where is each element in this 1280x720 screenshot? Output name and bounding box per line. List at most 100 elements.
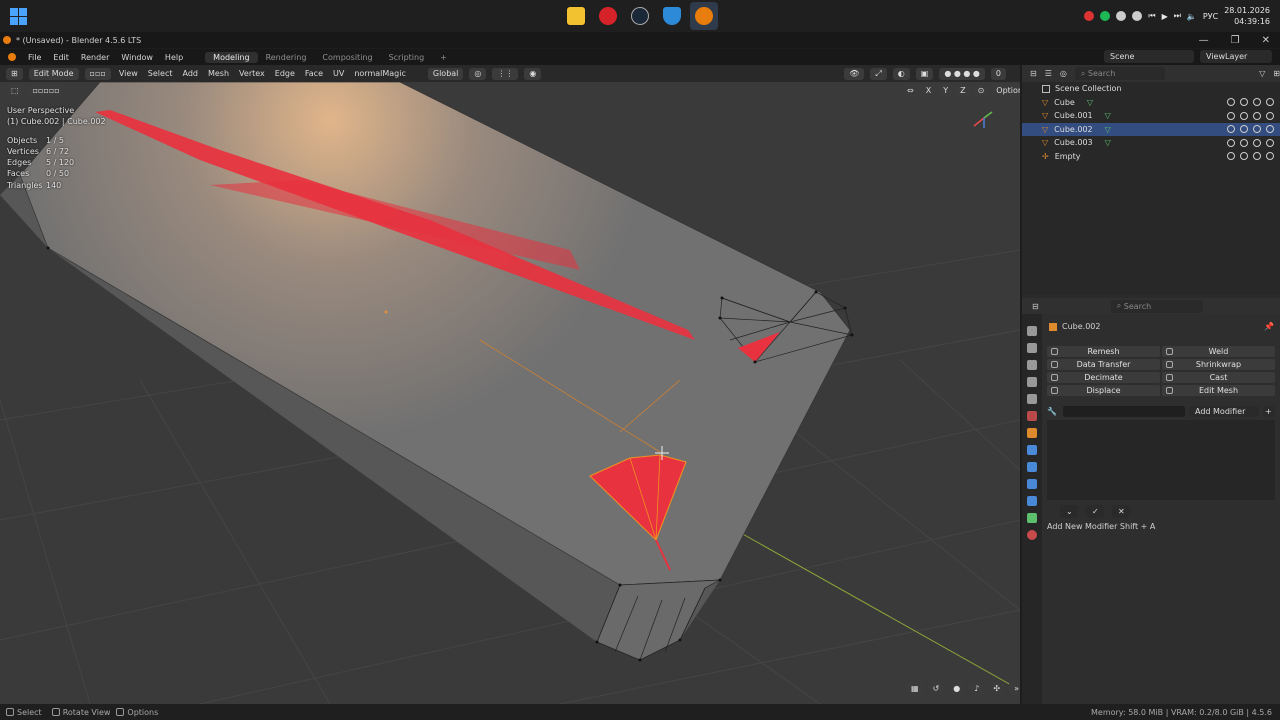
visibility-icon[interactable]: 👁 — [844, 67, 865, 80]
clock[interactable]: 28.01.2026 04:39:16 — [1224, 5, 1270, 27]
monitor-icon[interactable] — [1253, 98, 1261, 107]
material-tab-icon[interactable] — [1027, 530, 1037, 540]
monitor-icon[interactable] — [1253, 111, 1261, 120]
xray-toggle-icon[interactable]: ▣ — [915, 67, 934, 80]
tool-tab-icon[interactable] — [1027, 326, 1037, 336]
orientation-selector[interactable]: Global — [427, 67, 464, 80]
gizmo-toggle-icon[interactable]: ⤢ — [870, 67, 887, 80]
add-workspace-button[interactable]: + — [432, 52, 455, 63]
tab-scripting[interactable]: Scripting — [381, 52, 433, 63]
modifier-shrinkwrap-button[interactable]: Shrinkwrap — [1162, 359, 1275, 370]
select-mode-buttons[interactable]: ▫▫▫ — [84, 67, 111, 80]
mirror-icon[interactable]: ⇔ — [902, 84, 919, 96]
properties-type-icon[interactable]: ⊟ — [1032, 302, 1039, 311]
modifier-name-field[interactable] — [1063, 405, 1185, 417]
constraints-tab-icon[interactable] — [1027, 496, 1037, 506]
monitor-icon[interactable] — [1253, 138, 1261, 147]
tab-modeling[interactable]: Modeling — [205, 51, 258, 63]
modifier-displace-button[interactable]: Displace — [1047, 385, 1160, 396]
visibility-toggles[interactable] — [1227, 152, 1274, 161]
output-tab-icon[interactable] — [1027, 360, 1037, 370]
pivot-icon[interactable]: ◎ — [469, 67, 487, 80]
play-icon[interactable]: ▶ — [1162, 12, 1168, 21]
render-tab-icon[interactable] — [1027, 343, 1037, 353]
volume-icon[interactable]: 🔈 — [1187, 12, 1197, 21]
snap-target-icon[interactable]: ⊙ — [972, 84, 990, 96]
navigation-gizmo[interactable] — [973, 111, 993, 128]
select-toggle-icon[interactable] — [1227, 138, 1235, 147]
axis-x-toggle[interactable]: X — [920, 84, 937, 96]
history-icon[interactable]: ↺ — [927, 682, 945, 694]
outliner-item-cube-003[interactable]: ▽ Cube.003 ▽ — [1022, 136, 1280, 150]
monitor-icon[interactable] — [1253, 125, 1261, 134]
pin-icon[interactable]: 📌 — [1264, 322, 1274, 331]
camera-icon[interactable] — [1266, 111, 1274, 120]
camera-icon[interactable] — [1266, 138, 1274, 147]
visibility-toggles[interactable] — [1227, 138, 1274, 147]
outliner-type-icon[interactable]: ⊟ — [1030, 69, 1037, 78]
add-modifier-dropdown[interactable]: Add Modifier — [1189, 405, 1259, 417]
menu-window[interactable]: Window — [115, 53, 159, 62]
menu-vertex[interactable]: Vertex — [237, 69, 267, 78]
shading-modes-icon[interactable]: ● ● ● ● — [939, 67, 985, 80]
filter-icon[interactable]: ▽ — [1259, 69, 1265, 78]
windows-start-icon[interactable] — [10, 8, 27, 25]
modifier-data-transfer-button[interactable]: Data Transfer — [1047, 359, 1160, 370]
outliner-item-empty[interactable]: ✢ Empty — [1022, 150, 1280, 164]
3d-viewport[interactable]: ⊞ Edit Mode ▫▫▫ View Select Add Mesh Ver… — [0, 65, 1020, 704]
axis-y-toggle[interactable]: Y — [938, 84, 954, 96]
select-tool-icon[interactable]: ⬚ — [6, 84, 24, 96]
object-tab-icon[interactable] — [1027, 428, 1037, 438]
security-icon[interactable] — [658, 2, 686, 30]
maximize-button[interactable]: ❐ — [1231, 35, 1240, 46]
menu-edge[interactable]: Edge — [273, 69, 297, 78]
steam-tray-icon[interactable] — [1132, 11, 1143, 21]
vivaldi-icon[interactable] — [594, 2, 622, 30]
view-filter-icon[interactable]: ◎ — [1060, 69, 1067, 78]
options-dropdown[interactable]: Options — [991, 84, 1020, 96]
eye-icon[interactable] — [1240, 152, 1248, 161]
menu-face[interactable]: Face — [303, 69, 325, 78]
record-icon[interactable]: ● — [948, 682, 966, 694]
eye-icon[interactable] — [1240, 125, 1248, 134]
tab-compositing[interactable]: Compositing — [314, 52, 380, 63]
apply-icon[interactable]: ⌄ — [1060, 505, 1078, 518]
tray-icon[interactable] — [1116, 11, 1127, 21]
close-button[interactable]: ✕ — [1262, 35, 1270, 46]
camera-view-icon[interactable]: ▦ — [906, 682, 924, 694]
visibility-toggles[interactable] — [1227, 125, 1274, 134]
viewport-scene[interactable] — [0, 65, 1020, 704]
physics-tab-icon[interactable] — [1027, 479, 1037, 489]
select-box-modes-icon[interactable]: ▫▫▫▫▫ — [27, 84, 65, 96]
particles-tab-icon[interactable] — [1027, 462, 1037, 472]
scene-tab-icon[interactable] — [1027, 394, 1037, 404]
prev-track-icon[interactable]: ⏮ — [1148, 11, 1155, 21]
settings-icon[interactable]: ✣ — [988, 682, 1006, 694]
world-tab-icon[interactable] — [1027, 411, 1037, 421]
delete-icon[interactable]: ✕ — [1112, 505, 1130, 518]
new-collection-icon[interactable]: ⊞ — [1273, 69, 1280, 78]
viewlayer-selector[interactable]: ViewLayer — [1200, 50, 1272, 63]
menu-uv[interactable]: UV — [331, 69, 346, 78]
modifier-cast-button[interactable]: Cast — [1162, 372, 1275, 383]
modifier-edit-mesh-button[interactable]: Edit Mesh — [1162, 385, 1275, 396]
tray-icon[interactable] — [1084, 11, 1095, 21]
menu-edit[interactable]: Edit — [47, 53, 75, 62]
data-tab-icon[interactable] — [1027, 513, 1037, 523]
scene-selector[interactable]: Scene — [1104, 50, 1194, 63]
blender-icon[interactable] — [690, 2, 718, 30]
outliner-item-cube[interactable]: ▽ Cube ▽ — [1022, 96, 1280, 110]
menu-file[interactable]: File — [22, 53, 47, 62]
scene-collection[interactable]: Scene Collection — [1022, 82, 1280, 96]
view-layer-tab-icon[interactable] — [1027, 377, 1037, 387]
monitor-icon[interactable] — [1253, 152, 1261, 161]
select-toggle-icon[interactable] — [1227, 152, 1235, 161]
minimize-button[interactable]: — — [1199, 35, 1209, 46]
proportional-edit-icon[interactable]: ◉ — [524, 67, 542, 80]
menu-help[interactable]: Help — [159, 53, 189, 62]
properties-search-input[interactable]: ⌕ Search — [1110, 299, 1203, 313]
tab-rendering[interactable]: Rendering — [258, 52, 315, 63]
mode-selector[interactable]: Edit Mode — [28, 67, 79, 80]
modifier-weld-button[interactable]: Weld — [1162, 346, 1275, 357]
menu-view[interactable]: View — [117, 69, 140, 78]
